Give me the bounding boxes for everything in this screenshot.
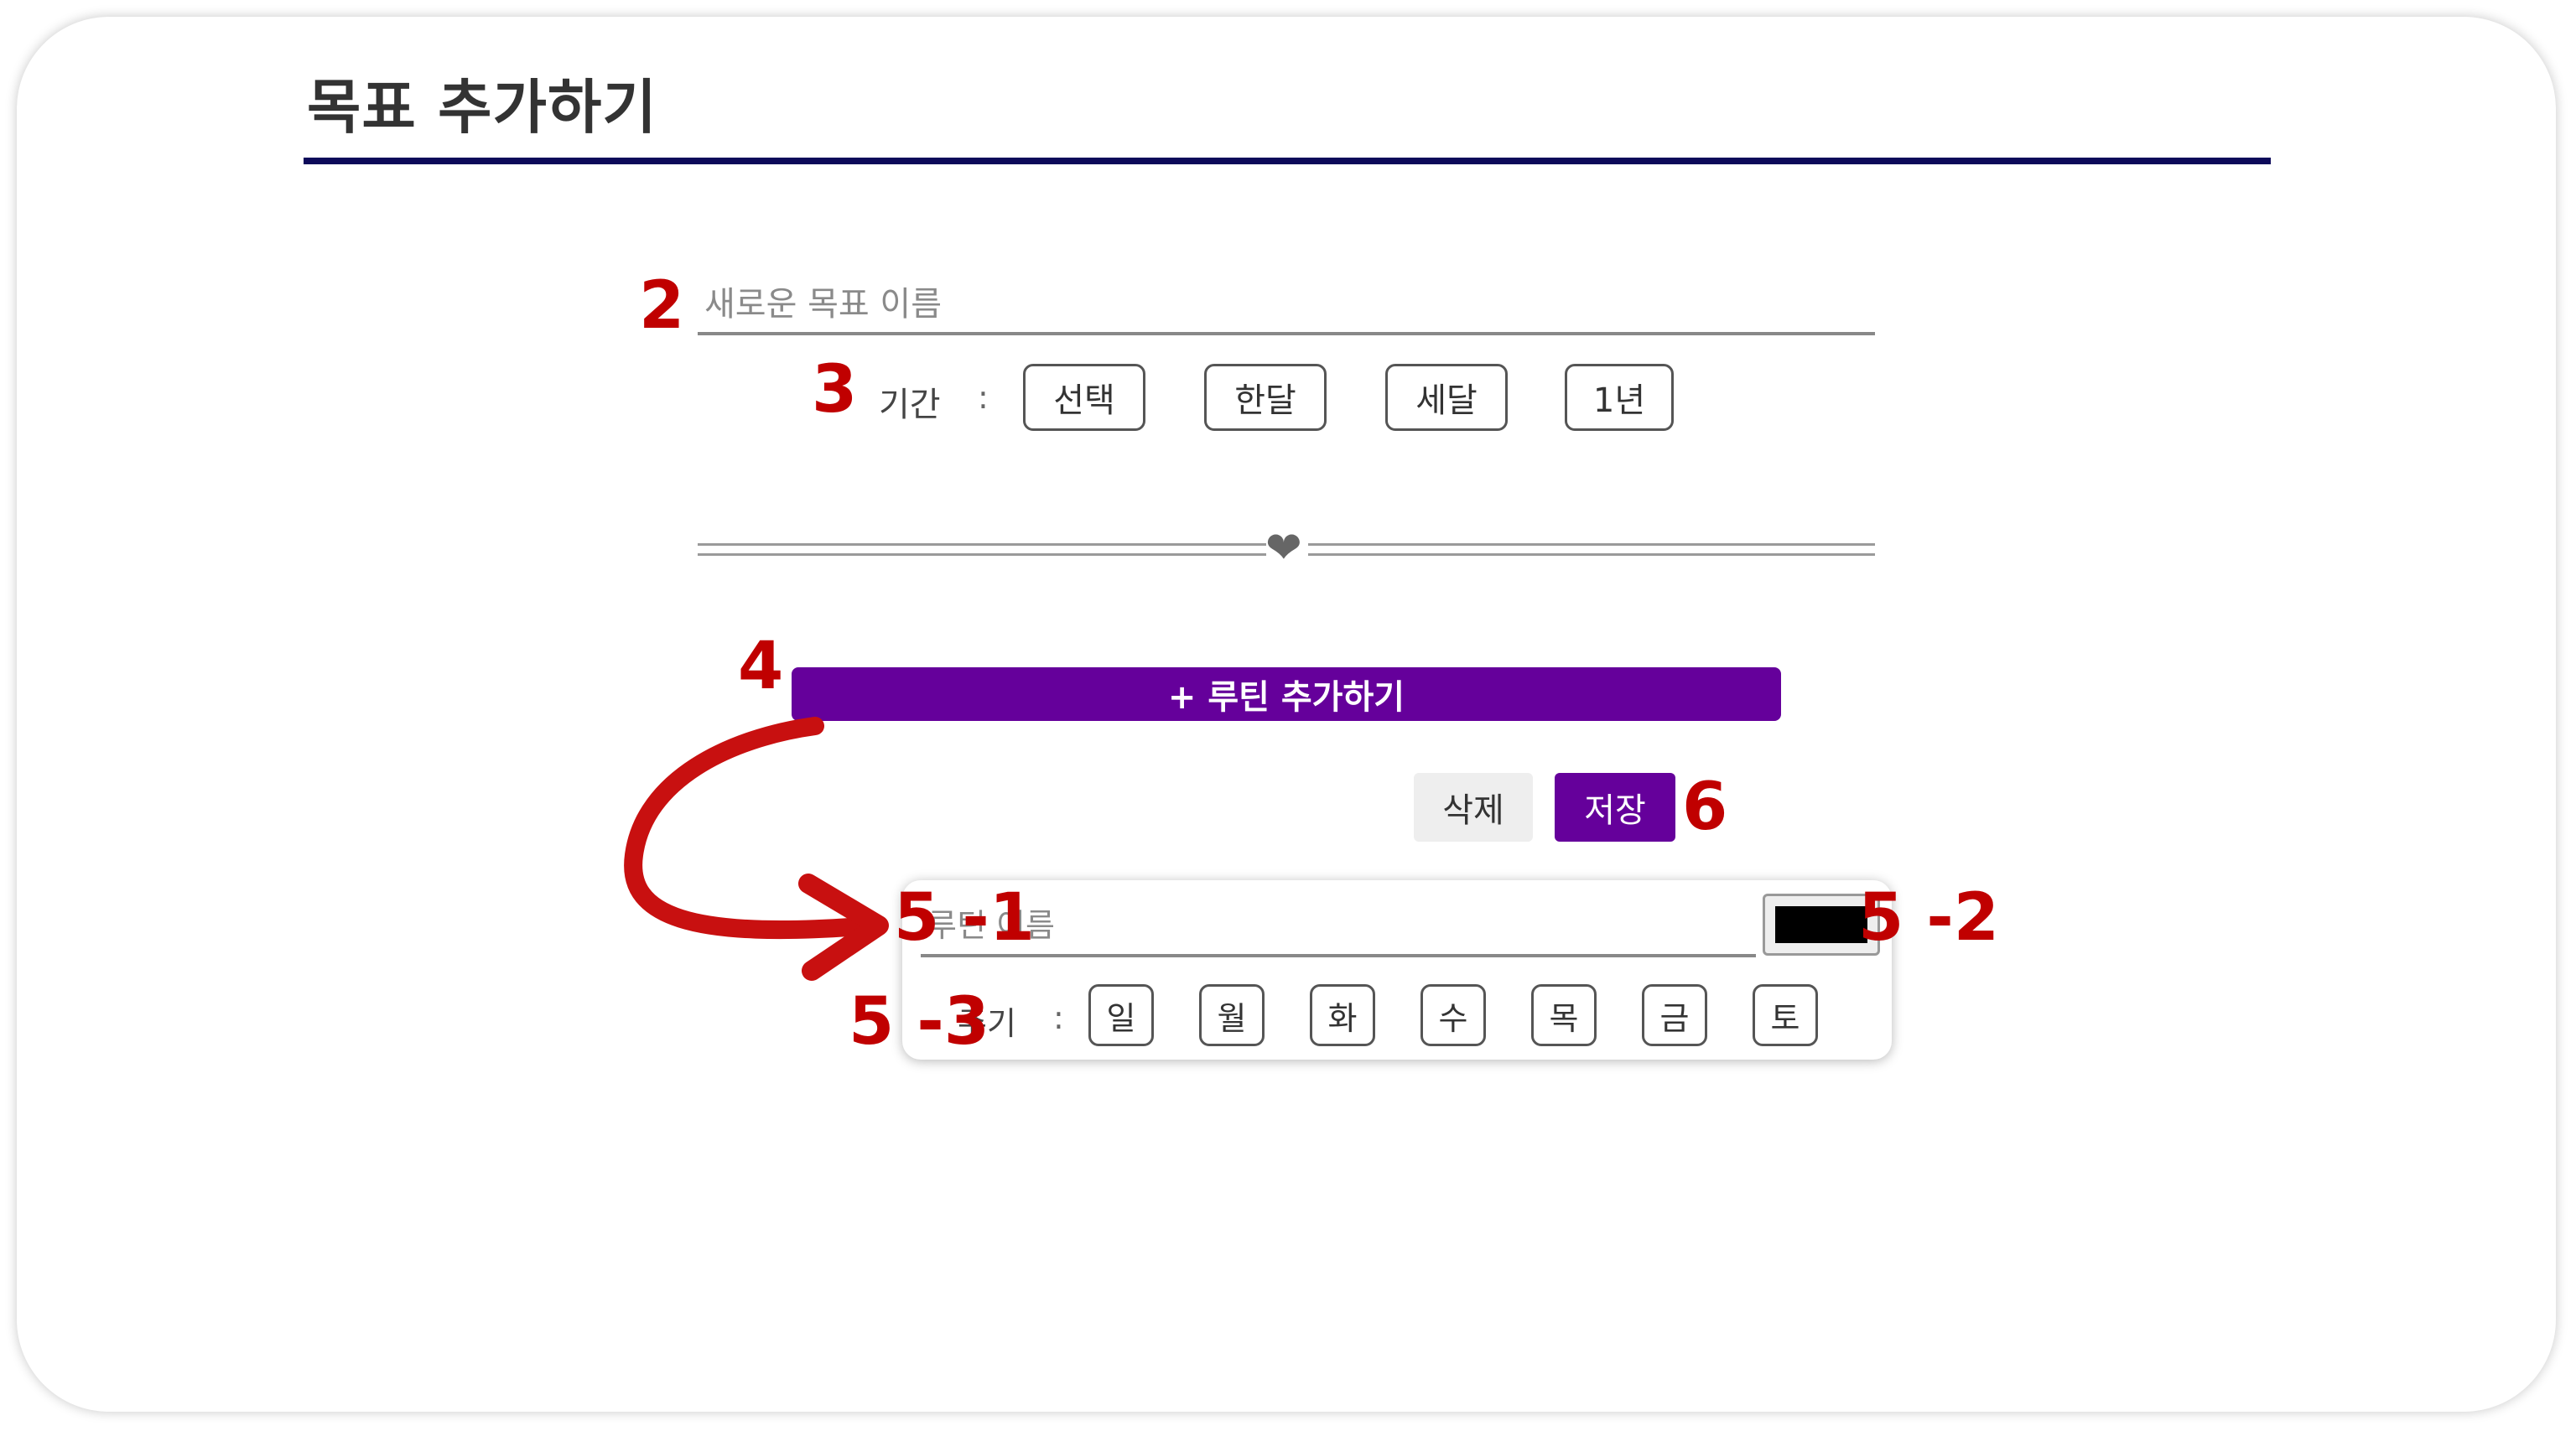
curved-arrow-annotation [624, 717, 889, 981]
annotation-label-2: 2 [639, 268, 685, 344]
annotation-label-5-1: 5 -1 [894, 880, 1036, 956]
annotation-label-5-2: 5 -2 [1858, 880, 2000, 956]
annotation-label-3: 3 [812, 352, 858, 428]
annotation-label-6: 6 [1682, 770, 1728, 845]
annotation-label-4: 4 [738, 629, 784, 704]
annotation-label-5-3: 5 -3 [849, 984, 990, 1060]
